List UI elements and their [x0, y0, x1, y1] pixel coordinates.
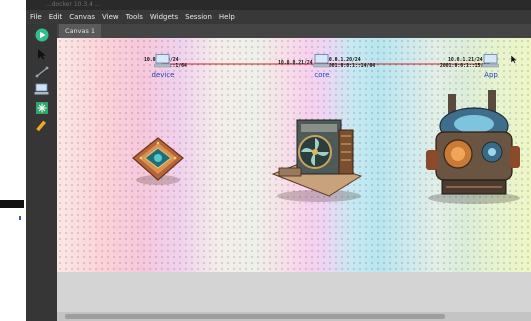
node-label-device: device	[151, 71, 175, 79]
menu-view[interactable]: View	[102, 13, 119, 21]
select-tool-button[interactable]	[33, 46, 50, 61]
link-label: 10.0.1.20/24 2001:0:0:1::14/64	[326, 58, 375, 69]
core-node-icon[interactable]	[313, 54, 330, 68]
external-black-bar	[0, 200, 24, 208]
play-icon	[35, 28, 48, 41]
horizontal-scrollbar[interactable]	[57, 312, 531, 321]
start-session-button[interactable]	[33, 27, 50, 42]
node-tool-button[interactable]	[33, 82, 50, 97]
link-label: 10.0.0.21/24	[278, 61, 313, 67]
external-blue-tick	[19, 216, 21, 220]
link-ip4: 10.0.0.21/24	[278, 61, 313, 66]
tab-canvas-1[interactable]: Canvas 1	[59, 24, 102, 38]
steampunk-machine-artwork-image	[426, 90, 520, 204]
annotate-tool-button[interactable]	[33, 118, 50, 133]
pencil-icon	[35, 120, 46, 132]
lower-panel	[57, 272, 531, 312]
menu-widgets[interactable]: Widgets	[150, 13, 178, 21]
device-node-icon[interactable]	[154, 54, 171, 68]
chip-artwork-image	[132, 137, 184, 185]
menu-bar: File Edit Canvas View Tools Widgets Sess…	[26, 10, 531, 24]
menu-tools[interactable]: Tools	[126, 13, 143, 21]
pointer-icon	[37, 48, 46, 59]
link-icon	[35, 66, 48, 77]
menu-session[interactable]: Session	[185, 13, 212, 21]
node-label-app: App	[484, 71, 498, 79]
computer-icon	[34, 83, 49, 95]
canvas-tab-bar: Canvas 1	[57, 24, 531, 38]
app-window: ...docker 10.3.4 ... File Edit Canvas Vi…	[26, 0, 531, 321]
link-tool-button[interactable]	[33, 64, 50, 79]
mouse-cursor-icon	[510, 54, 518, 64]
link-ip6: 2001:0:0:1::14/64	[326, 63, 376, 69]
network-tool-button[interactable]	[33, 100, 50, 115]
network-icon	[35, 101, 48, 114]
menu-canvas[interactable]: Canvas	[69, 13, 95, 21]
scrollbar-thumb[interactable]	[65, 314, 445, 319]
node-label-core: core	[314, 71, 330, 79]
menu-file[interactable]: File	[30, 13, 42, 21]
menu-help[interactable]: Help	[219, 13, 235, 21]
tool-palette	[26, 24, 57, 321]
app-node-icon[interactable]	[482, 54, 499, 68]
window-title: ...docker 10.3.4 ...	[26, 0, 531, 10]
fan-machine-artwork-image	[271, 119, 363, 202]
menu-edit[interactable]: Edit	[49, 13, 63, 21]
network-canvas[interactable]: 10.0.0.20/24 aaaa::1/64 10.0.0.21/24 10.…	[57, 38, 531, 272]
